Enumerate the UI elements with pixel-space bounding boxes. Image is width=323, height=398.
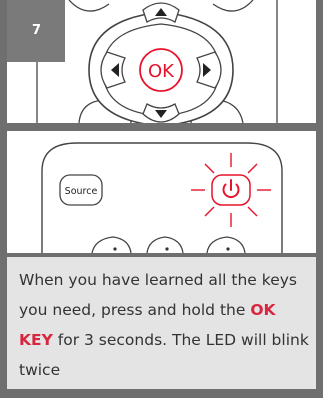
source-button-icon: Source — [59, 174, 103, 206]
ok-button-label: OK — [148, 61, 175, 82]
led-illustration: Source — [7, 131, 316, 253]
power-led-icon — [191, 153, 271, 227]
remote-led-drawing: Source — [41, 142, 283, 253]
instruction-panel: When you have learned all the keys you n… — [7, 257, 316, 389]
instruction-part2: for 3 seconds. The LED will blink twice — [19, 331, 309, 379]
step-number: 7 — [32, 23, 42, 38]
right-arrow-icon — [196, 51, 222, 89]
instruction-text: When you have learned all the keys you n… — [19, 265, 311, 385]
source-button-label: Source — [65, 186, 98, 197]
step-number-badge: 7 — [7, 0, 65, 62]
left-arrow-icon — [100, 51, 126, 89]
